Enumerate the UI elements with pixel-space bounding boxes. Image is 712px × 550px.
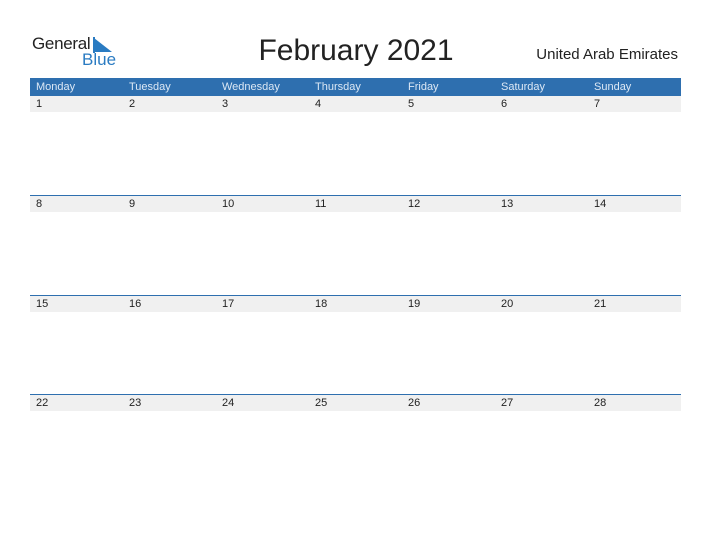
weekday-monday: Monday — [36, 81, 76, 93]
day-cell: 14 — [594, 198, 607, 210]
day-cell: 21 — [594, 298, 607, 310]
day-cell: 25 — [315, 397, 328, 409]
day-cell: 8 — [36, 198, 43, 210]
day-cell: 27 — [501, 397, 514, 409]
week-row-1: 1 2 3 4 5 6 7 — [30, 96, 681, 112]
day-cell: 20 — [501, 298, 514, 310]
day-cell: 13 — [501, 198, 514, 210]
country-label: United Arab Emirates — [536, 46, 678, 63]
day-cell: 5 — [408, 98, 415, 110]
weekday-thursday: Thursday — [315, 81, 361, 93]
day-cell: 22 — [36, 397, 49, 409]
day-cell: 12 — [408, 198, 421, 210]
weekday-friday: Friday — [408, 81, 439, 93]
week-row-3: 15 16 17 18 19 20 21 — [30, 295, 681, 312]
weekday-saturday: Saturday — [501, 81, 546, 93]
day-cell: 26 — [408, 397, 421, 409]
weekday-wednesday: Wednesday — [222, 81, 280, 93]
weekday-tuesday: Tuesday — [129, 81, 171, 93]
day-cell: 10 — [222, 198, 235, 210]
day-cell: 24 — [222, 397, 235, 409]
weekday-header: Monday Tuesday Wednesday Thursday Friday… — [30, 78, 681, 96]
day-cell: 18 — [315, 298, 328, 310]
day-cell: 9 — [129, 198, 136, 210]
day-cell: 3 — [222, 98, 229, 110]
day-cell: 7 — [594, 98, 601, 110]
day-cell: 11 — [315, 198, 327, 210]
day-cell: 4 — [315, 98, 322, 110]
day-cell: 28 — [594, 397, 607, 409]
week-row-2: 8 9 10 11 12 13 14 — [30, 195, 681, 212]
weekday-sunday: Sunday — [594, 81, 632, 93]
day-cell: 19 — [408, 298, 421, 310]
day-cell: 16 — [129, 298, 142, 310]
day-cell: 1 — [36, 98, 43, 110]
day-cell: 6 — [501, 98, 508, 110]
week-row-4: 22 23 24 25 26 27 28 — [30, 394, 681, 411]
day-cell: 23 — [129, 397, 142, 409]
day-cell: 17 — [222, 298, 235, 310]
day-cell: 2 — [129, 98, 136, 110]
day-cell: 15 — [36, 298, 49, 310]
